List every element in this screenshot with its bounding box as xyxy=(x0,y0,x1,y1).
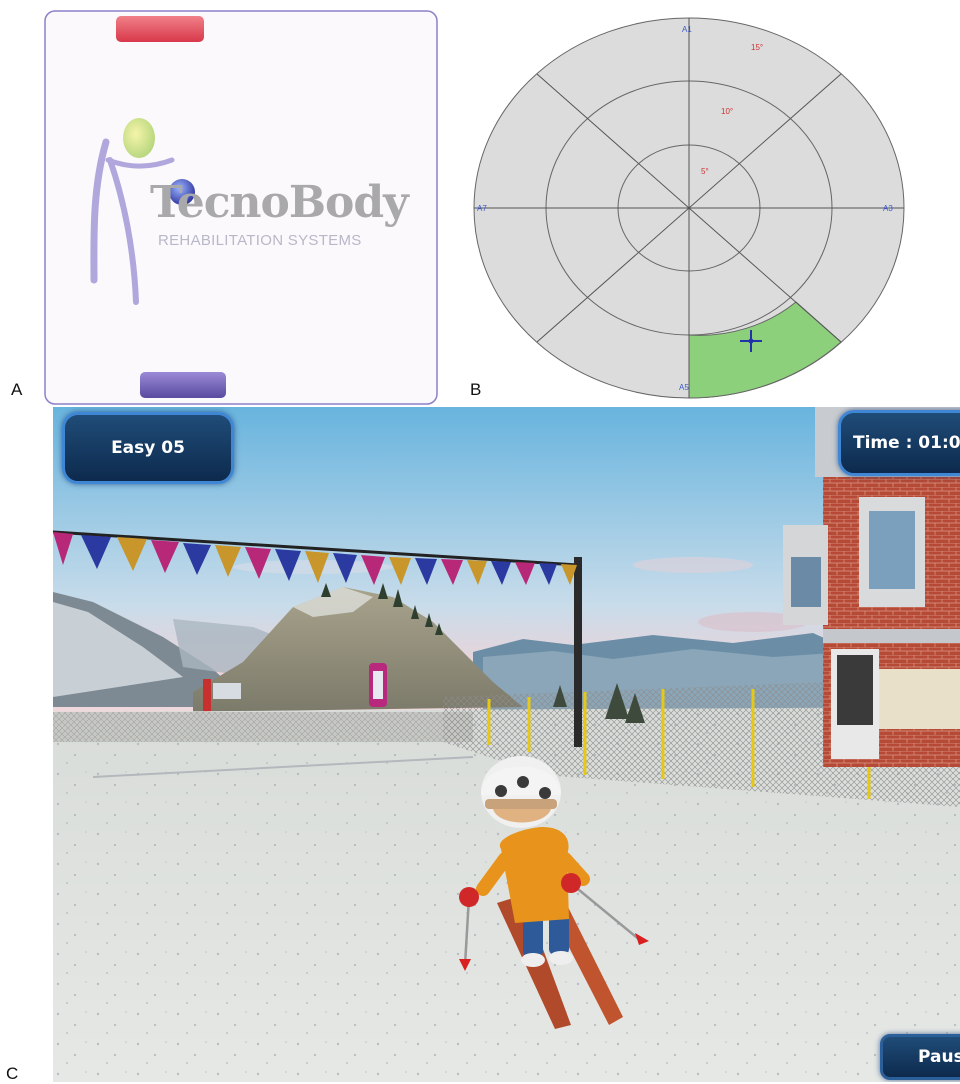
ring-label-5: 5° xyxy=(701,167,709,176)
brand-name: TecnoBody xyxy=(150,177,409,228)
axis-label-a5: A5 xyxy=(679,383,689,392)
ring-label-10: 10° xyxy=(721,107,733,116)
axis-label-a3: A3 xyxy=(883,204,893,213)
pause-button[interactable]: Paus xyxy=(880,1034,960,1080)
top-paddle xyxy=(116,16,204,42)
banner-pole xyxy=(574,557,582,747)
ski-game-screen: Easy 05 Time : 01:0 Paus xyxy=(53,407,960,1082)
bottom-paddle xyxy=(140,372,226,398)
level-label: Easy 05 xyxy=(111,438,185,458)
pong-game-screen: TecnoBody REHABILITATION SYSTEMS xyxy=(44,10,438,405)
axis-label-a7: A7 xyxy=(477,204,487,213)
level-indicator: Easy 05 xyxy=(62,412,234,484)
time-indicator: Time : 01:0 xyxy=(838,410,960,476)
panel-label-a: A xyxy=(11,380,23,399)
panel-label-c: C xyxy=(6,1064,19,1083)
brand-tagline: REHABILITATION SYSTEMS xyxy=(158,232,362,249)
axis-label-a1: A1 xyxy=(682,25,692,34)
time-label: Time : 01:0 xyxy=(853,433,960,453)
pause-label: Paus xyxy=(918,1047,960,1067)
ring-label-15: 15° xyxy=(751,43,763,52)
polar-balance-chart: A1 A3 A5 A7 5° 10° 15° xyxy=(470,10,910,405)
